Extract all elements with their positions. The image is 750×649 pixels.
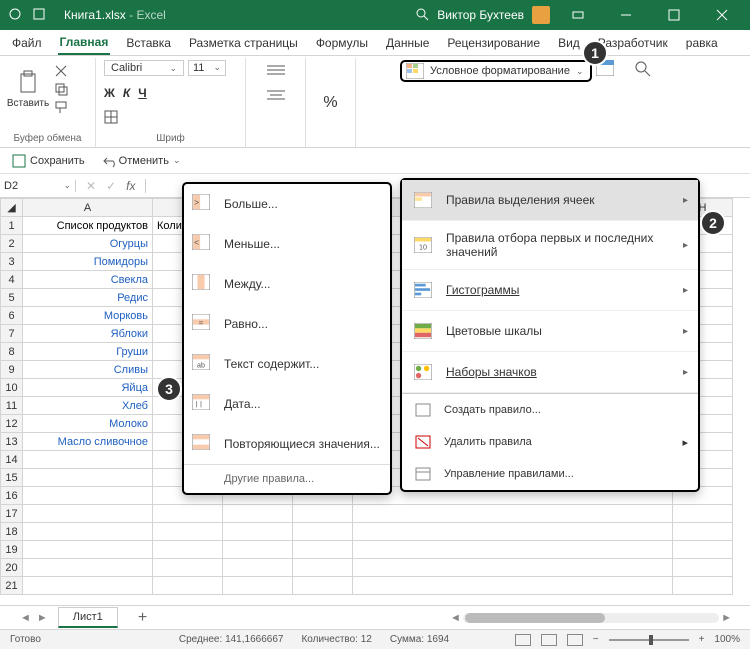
name-box[interactable]: D2⌄ (0, 180, 76, 192)
svg-text:<: < (194, 238, 199, 248)
menu-icon-sets[interactable]: Наборы значков▸ (402, 352, 698, 393)
col-header-a[interactable]: A (23, 199, 153, 217)
callout-badge-1: 1 (582, 40, 608, 66)
tab-view[interactable]: Вид (556, 32, 582, 54)
undo-button[interactable]: Отменить⌄ (101, 154, 181, 168)
paste-button[interactable]: Вставить (8, 60, 48, 118)
submenu-duplicate-values[interactable]: Повторяющиеся значения... (184, 424, 390, 464)
menu-new-rule[interactable]: Создать правило... (402, 394, 698, 426)
copy-icon[interactable] (54, 82, 72, 96)
view-page-break-icon[interactable] (567, 634, 583, 646)
zoom-level[interactable]: 100% (714, 634, 740, 645)
highlight-cells-submenu: > Больше... < Меньше... Между... = Равно… (182, 182, 392, 495)
cell-a2[interactable]: Огурцы (23, 235, 153, 253)
menu-top-bottom-rules[interactable]: 10 Правила отбора первых и последних зна… (402, 221, 698, 270)
font-group-label: Шриф (104, 131, 237, 145)
callout-badge-2: 2 (700, 210, 726, 236)
tab-insert[interactable]: Вставка (124, 32, 173, 54)
username[interactable]: Виктор Бухтеев (437, 8, 524, 22)
submenu-text-contains[interactable]: ab Текст содержит... (184, 344, 390, 384)
close-button[interactable] (702, 0, 742, 30)
submenu-date-occurring[interactable]: Дата... (184, 384, 390, 424)
zoom-out-button[interactable]: − (593, 634, 599, 645)
menu-clear-rules[interactable]: Удалить правила▸ (402, 426, 698, 458)
clipboard-group-label: Буфер обмена (8, 131, 87, 145)
conditional-formatting-button[interactable]: Условное форматирование ⌄ (400, 60, 592, 82)
align-center-icon[interactable] (267, 89, 285, 104)
submenu-between[interactable]: Между... (184, 264, 390, 304)
font-size-select[interactable]: 11⌄ (188, 60, 226, 76)
svg-text:10: 10 (419, 243, 427, 251)
submenu-more-rules[interactable]: Другие правила... (184, 464, 390, 493)
submenu-less-than[interactable]: < Меньше... (184, 224, 390, 264)
svg-text:>: > (194, 198, 199, 208)
window-title: Книга1.xlsx - Excel (64, 8, 166, 22)
tab-home[interactable]: Главная (58, 31, 111, 55)
search-icon[interactable] (415, 7, 429, 24)
submenu-greater-than[interactable]: > Больше... (184, 184, 390, 224)
menu-color-scales[interactable]: Цветовые шкалы▸ (402, 311, 698, 352)
bold-button[interactable]: Ж (104, 86, 115, 100)
svg-text:ab: ab (197, 361, 205, 369)
tab-file[interactable]: Файл (10, 32, 44, 54)
align-icon[interactable] (267, 64, 285, 79)
tab-formulas[interactable]: Формулы (314, 32, 370, 54)
underline-button[interactable]: Ч (138, 86, 146, 100)
sheet-tab-1[interactable]: Лист1 (58, 607, 118, 628)
sheet-nav-prev-icon[interactable]: ◄ (20, 612, 31, 624)
view-page-layout-icon[interactable] (541, 634, 557, 646)
callout-badge-3: 3 (156, 376, 182, 402)
fx-button[interactable]: fx (126, 179, 135, 193)
save-icon[interactable] (32, 7, 46, 24)
svg-text:=: = (199, 319, 204, 328)
autosave-icon[interactable] (8, 7, 22, 24)
status-count: Количество: 12 (301, 634, 371, 645)
menu-manage-rules[interactable]: Управление правилами... (402, 458, 698, 490)
tab-data[interactable]: Данные (384, 32, 431, 54)
find-select-icon[interactable] (634, 60, 652, 81)
percent-button[interactable]: % (323, 94, 337, 112)
zoom-in-button[interactable]: + (699, 634, 705, 645)
cancel-formula-icon[interactable]: ✕ (86, 179, 96, 193)
cell-a1[interactable]: Список продуктов (23, 217, 153, 235)
add-sheet-button[interactable]: + (128, 609, 157, 627)
submenu-equal-to[interactable]: = Равно... (184, 304, 390, 344)
status-average: Среднее: 141,1666667 (179, 634, 284, 645)
format-painter-icon[interactable] (54, 100, 72, 114)
conditional-formatting-menu: Правила выделения ячеек▸ 10 Правила отбо… (400, 178, 700, 492)
select-all-corner[interactable]: ◢ (1, 199, 23, 217)
accept-formula-icon[interactable]: ✓ (106, 179, 116, 193)
zoom-slider[interactable] (609, 639, 689, 641)
sheet-nav-next-icon[interactable]: ► (37, 612, 48, 624)
menu-highlight-cells-rules[interactable]: Правила выделения ячеек▸ (402, 180, 698, 221)
borders-icon[interactable] (104, 110, 118, 127)
tab-review[interactable]: Рецензирование (445, 32, 542, 54)
font-name-select[interactable]: Calibri⌄ (104, 60, 184, 76)
status-sum: Сумма: 1694 (390, 634, 449, 645)
tab-page-layout[interactable]: Разметка страницы (187, 32, 300, 54)
ribbon-options-icon[interactable] (558, 0, 598, 30)
italic-button[interactable]: К (123, 86, 130, 100)
save-button[interactable]: Сохранить (12, 154, 85, 168)
view-normal-icon[interactable] (515, 634, 531, 646)
minimize-button[interactable] (606, 0, 646, 30)
horizontal-scrollbar[interactable]: ◄► (450, 612, 750, 624)
tab-help[interactable]: равка (684, 32, 720, 54)
avatar[interactable] (532, 6, 550, 24)
cut-icon[interactable] (54, 64, 72, 78)
maximize-button[interactable] (654, 0, 694, 30)
status-ready: Готово (10, 634, 41, 645)
menu-data-bars[interactable]: Гистограммы▸ (402, 270, 698, 311)
